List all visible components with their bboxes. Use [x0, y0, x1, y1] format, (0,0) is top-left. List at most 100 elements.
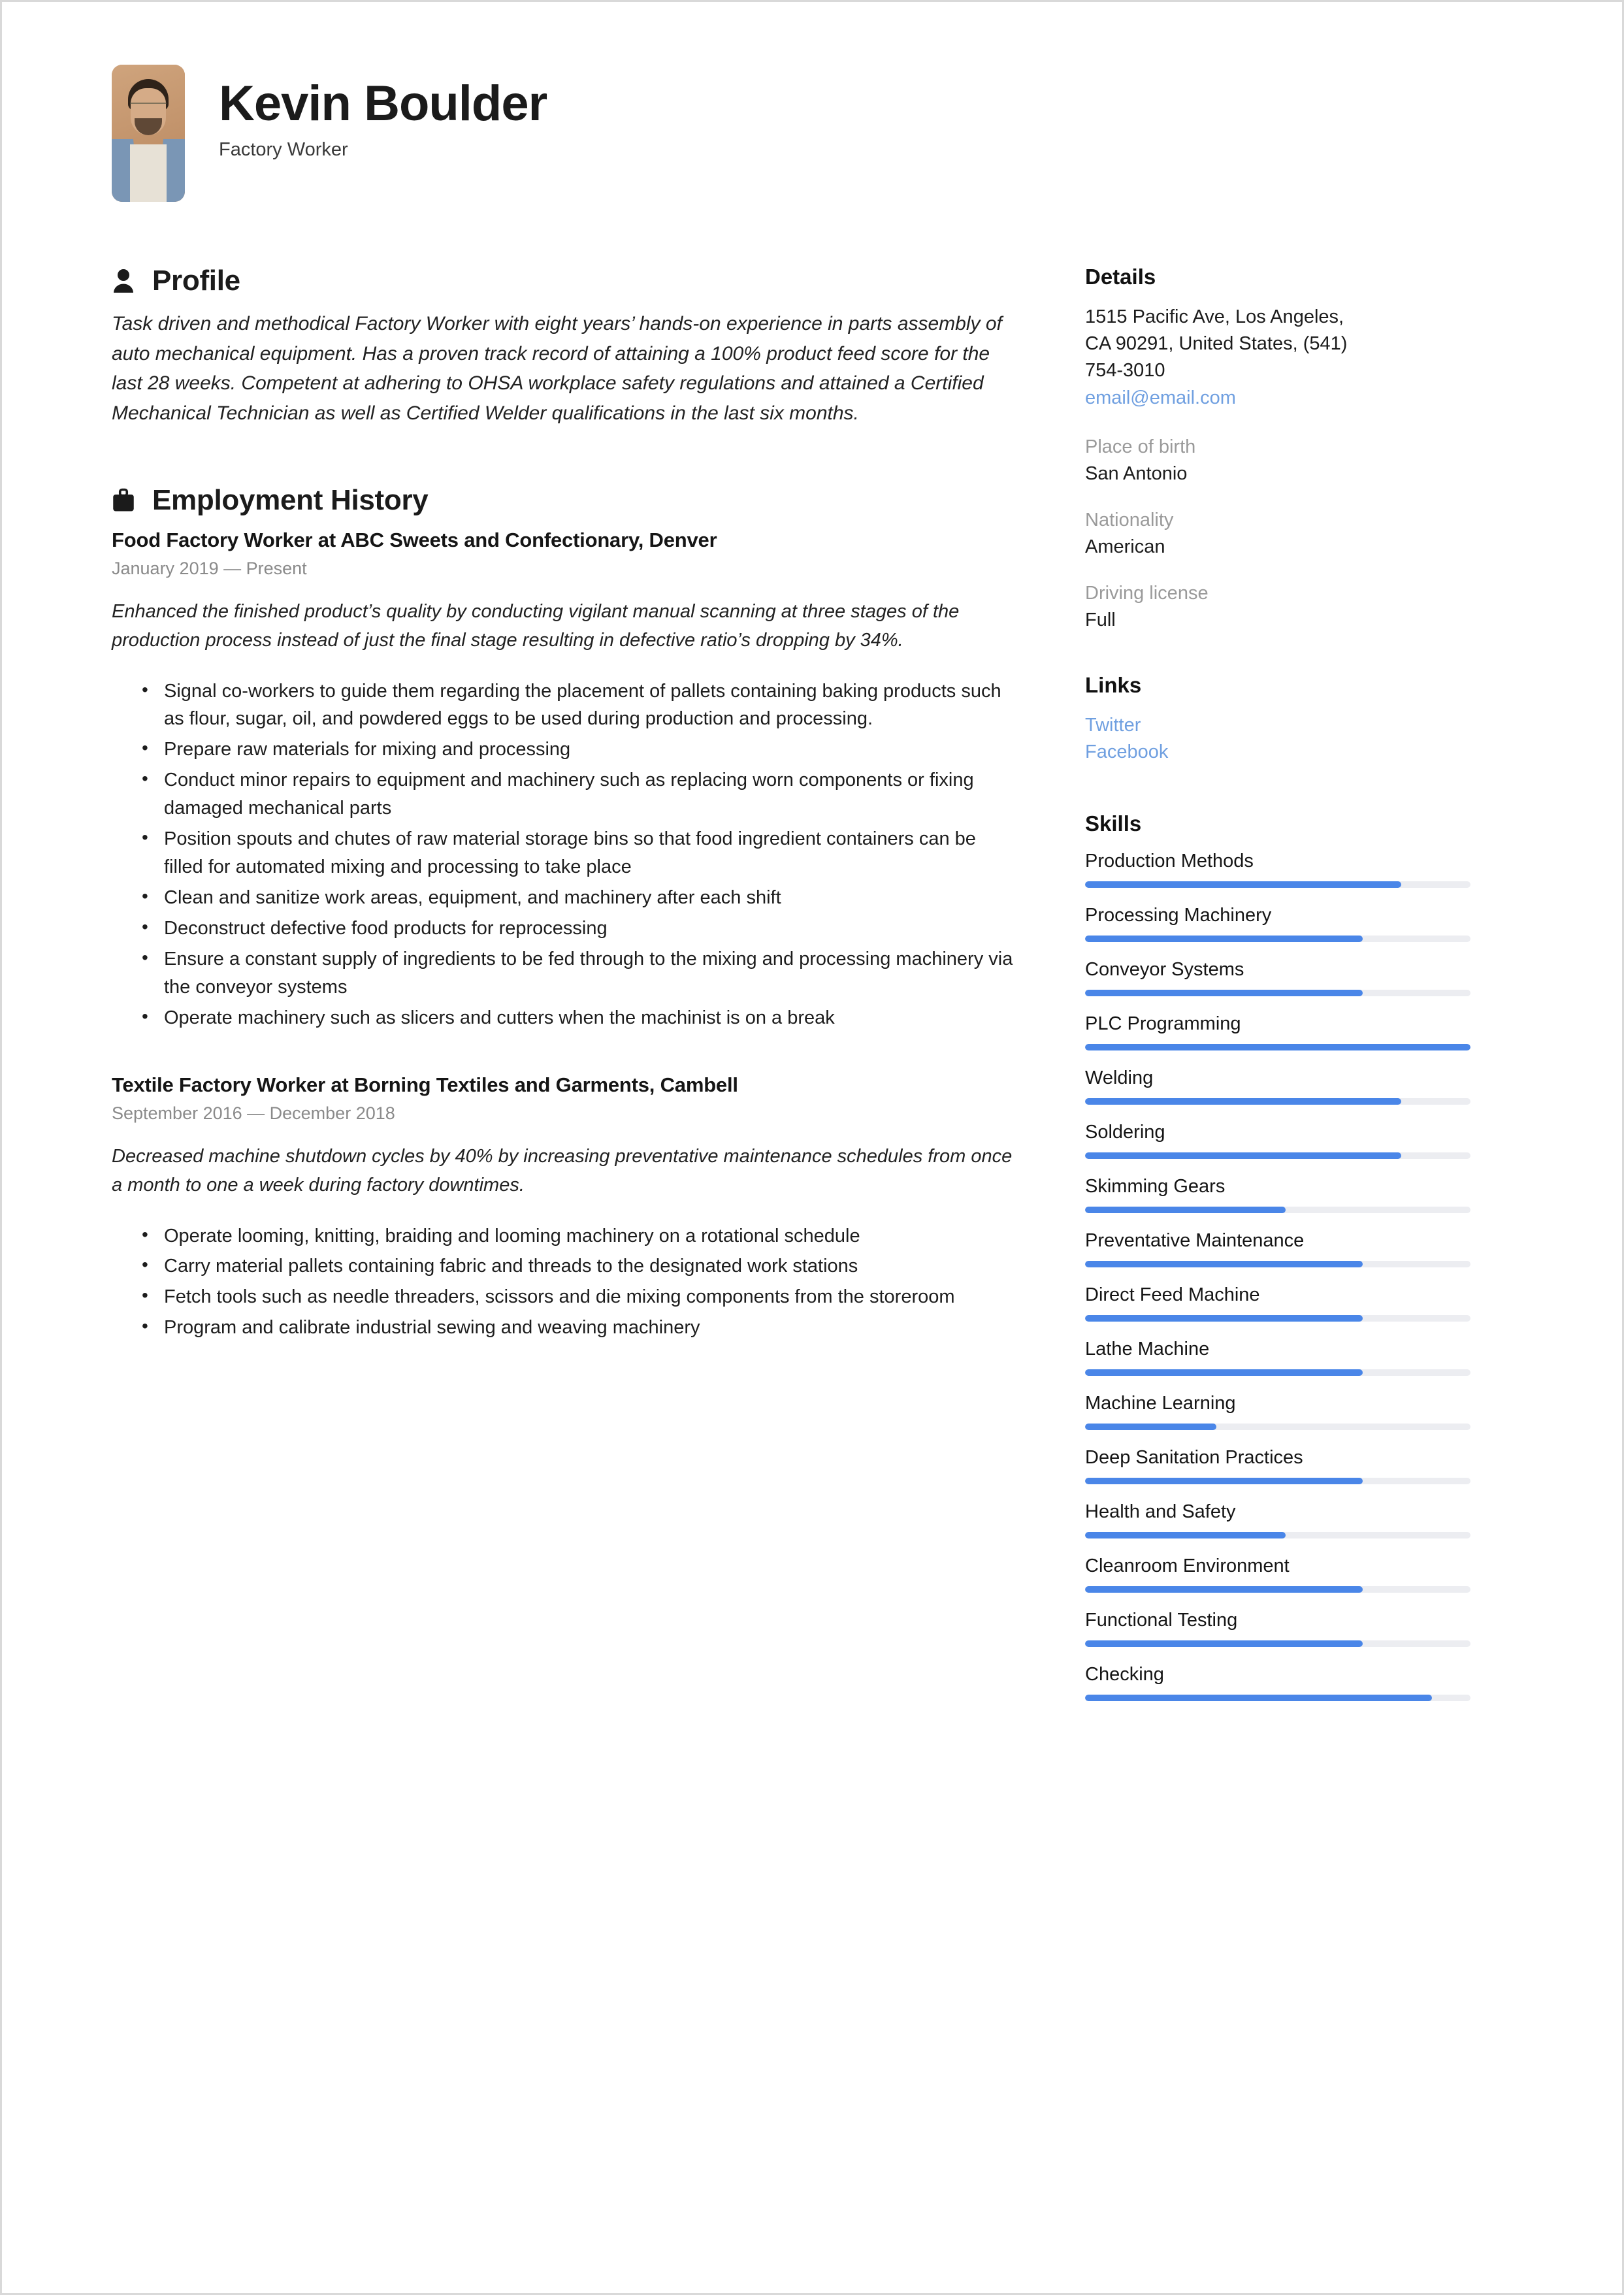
skill-level-fill	[1085, 1369, 1363, 1376]
skill-level-bar	[1085, 1044, 1470, 1051]
skill-level-fill	[1085, 936, 1363, 943]
list-item: Deconstruct defective food products for …	[142, 913, 1013, 943]
skill-item: PLC Programming	[1085, 1013, 1470, 1051]
job-entry: Food Factory Worker at ABC Sweets and Co…	[112, 529, 1013, 1032]
job-description: Decreased machine shutdown cycles by 40%…	[112, 1146, 1013, 1196]
skill-name: Direct Feed Machine	[1085, 1284, 1260, 1306]
address-line: 1515 Pacific Ave, Los Angeles,	[1085, 306, 1344, 327]
skill-item: Conveyor Systems	[1085, 959, 1470, 997]
briefcase-icon	[112, 487, 135, 513]
detail-field: Driving license Full	[1085, 583, 1470, 631]
skill-level-bar	[1085, 1369, 1470, 1376]
skill-level-fill	[1085, 1532, 1286, 1539]
detail-field: Nationality American	[1085, 510, 1470, 558]
skill-level-bar	[1085, 936, 1470, 943]
list-item: Prepare raw materials for mixing and pro…	[142, 734, 1013, 764]
skill-name: Machine Learning	[1085, 1393, 1236, 1414]
page-title: Kevin Boulder	[219, 76, 547, 131]
skill-level-bar	[1085, 990, 1470, 997]
job-title: Textile Factory Worker at Borning Textil…	[112, 1073, 738, 1097]
job-date-range: September 2016 — December 2018	[112, 1103, 395, 1124]
skill-name: Skimming Gears	[1085, 1176, 1226, 1197]
detail-field-value: Full	[1085, 609, 1116, 630]
skill-item: Direct Feed Machine	[1085, 1284, 1470, 1322]
links-list: Twitter Facebook	[1085, 712, 1470, 766]
skill-item: Health and Safety	[1085, 1501, 1470, 1539]
sidebar-column: Details 1515 Pacific Ave, Los Angeles, CA…	[1085, 265, 1470, 1718]
detail-field-label: Place of birth	[1085, 436, 1196, 457]
skill-name: Functional Testing	[1085, 1610, 1238, 1631]
skill-level-fill	[1085, 1044, 1470, 1051]
list-item: Signal co-workers to guide them regardin…	[142, 676, 1013, 734]
skill-level-fill	[1085, 1315, 1363, 1322]
skill-level-bar	[1085, 1207, 1470, 1214]
skill-item: Preventative Maintenance	[1085, 1230, 1470, 1268]
details-heading: Details	[1085, 265, 1156, 289]
skill-level-bar	[1085, 1640, 1470, 1648]
skill-item: Cleanroom Environment	[1085, 1555, 1470, 1593]
detail-field: Place of birth San Antonio	[1085, 436, 1470, 485]
skill-name: Conveyor Systems	[1085, 959, 1244, 981]
skill-level-bar	[1085, 1532, 1470, 1539]
detail-field-label: Driving license	[1085, 582, 1209, 604]
detail-fields-list: Place of birth San Antonio Nationality Amer…	[1085, 436, 1470, 631]
social-link-twitter[interactable]: Twitter	[1085, 712, 1470, 739]
skill-name: Cleanroom Environment	[1085, 1555, 1290, 1577]
skill-level-fill	[1085, 881, 1401, 888]
skill-item: Welding	[1085, 1067, 1470, 1105]
social-link-facebook[interactable]: Facebook	[1085, 739, 1470, 766]
skills-list: Production Methods Processing Machinery Co…	[1085, 851, 1470, 1702]
detail-field-value: American	[1085, 536, 1165, 557]
email-link[interactable]: email@email.com	[1085, 385, 1470, 412]
skill-name: Welding	[1085, 1067, 1154, 1089]
list-item: Operate looming, knitting, braiding and …	[142, 1221, 1013, 1250]
profile-section-heading: Profile	[112, 265, 1013, 297]
skill-level-fill	[1085, 1640, 1363, 1648]
skill-level-bar	[1085, 1424, 1470, 1431]
list-item: Operate machinery such as slicers and cu…	[142, 1003, 1013, 1032]
skill-level-fill	[1085, 1207, 1286, 1214]
skill-item: Deep Sanitation Practices	[1085, 1447, 1470, 1485]
skill-item: Production Methods	[1085, 851, 1470, 888]
job-bullet-list: Signal co-workers to guide them regardin…	[112, 676, 1013, 1032]
resume-page: Kevin Boulder Factory Worker Profile Tas…	[0, 0, 1624, 2295]
detail-field-value: San Antonio	[1085, 463, 1188, 484]
job-date-range: January 2019 — Present	[112, 559, 307, 579]
job-bullet-list: Operate looming, knitting, braiding and …	[112, 1221, 1013, 1343]
skill-item: Processing Machinery	[1085, 905, 1470, 943]
skills-heading: Skills	[1085, 811, 1142, 836]
profile-heading-label: Profile	[152, 265, 240, 297]
skill-level-fill	[1085, 1586, 1363, 1593]
job-description: Enhanced the finished product’s quality …	[112, 601, 960, 651]
skill-item: Soldering	[1085, 1122, 1470, 1160]
list-item: Clean and sanitize work areas, equipment…	[142, 883, 1013, 912]
skill-level-bar	[1085, 1261, 1470, 1268]
skill-level-bar	[1085, 881, 1470, 888]
list-item: Fetch tools such as needle threaders, sc…	[142, 1282, 1013, 1311]
avatar	[112, 65, 185, 202]
skill-level-fill	[1085, 1152, 1401, 1160]
list-item: Position spouts and chutes of raw materi…	[142, 824, 1013, 881]
skill-level-fill	[1085, 1424, 1216, 1431]
skill-name: Production Methods	[1085, 851, 1254, 872]
job-role-subtitle: Factory Worker	[219, 139, 348, 160]
skill-level-fill	[1085, 1695, 1432, 1702]
skill-name: Preventative Maintenance	[1085, 1230, 1305, 1252]
main-column: Profile Task driven and methodical Facto…	[112, 265, 1013, 1384]
links-heading: Links	[1085, 672, 1142, 697]
jobs-list: Food Factory Worker at ABC Sweets and Co…	[112, 529, 1013, 1342]
skill-item: Checking	[1085, 1664, 1470, 1702]
list-item: Ensure a constant supply of ingredients …	[142, 944, 1013, 1001]
list-item: Program and calibrate industrial sewing …	[142, 1312, 1013, 1342]
detail-field-label: Nationality	[1085, 509, 1174, 530]
skill-name: Processing Machinery	[1085, 905, 1272, 926]
skill-name: Checking	[1085, 1664, 1164, 1685]
job-title: Food Factory Worker at ABC Sweets and Co…	[112, 529, 717, 552]
skill-level-fill	[1085, 1261, 1363, 1268]
skill-level-bar	[1085, 1695, 1470, 1702]
person-icon	[112, 268, 135, 294]
skill-level-fill	[1085, 990, 1363, 997]
profile-summary: Task driven and methodical Factory Worke…	[112, 313, 1002, 424]
skill-item: Functional Testing	[1085, 1610, 1470, 1648]
skill-name: PLC Programming	[1085, 1013, 1241, 1035]
